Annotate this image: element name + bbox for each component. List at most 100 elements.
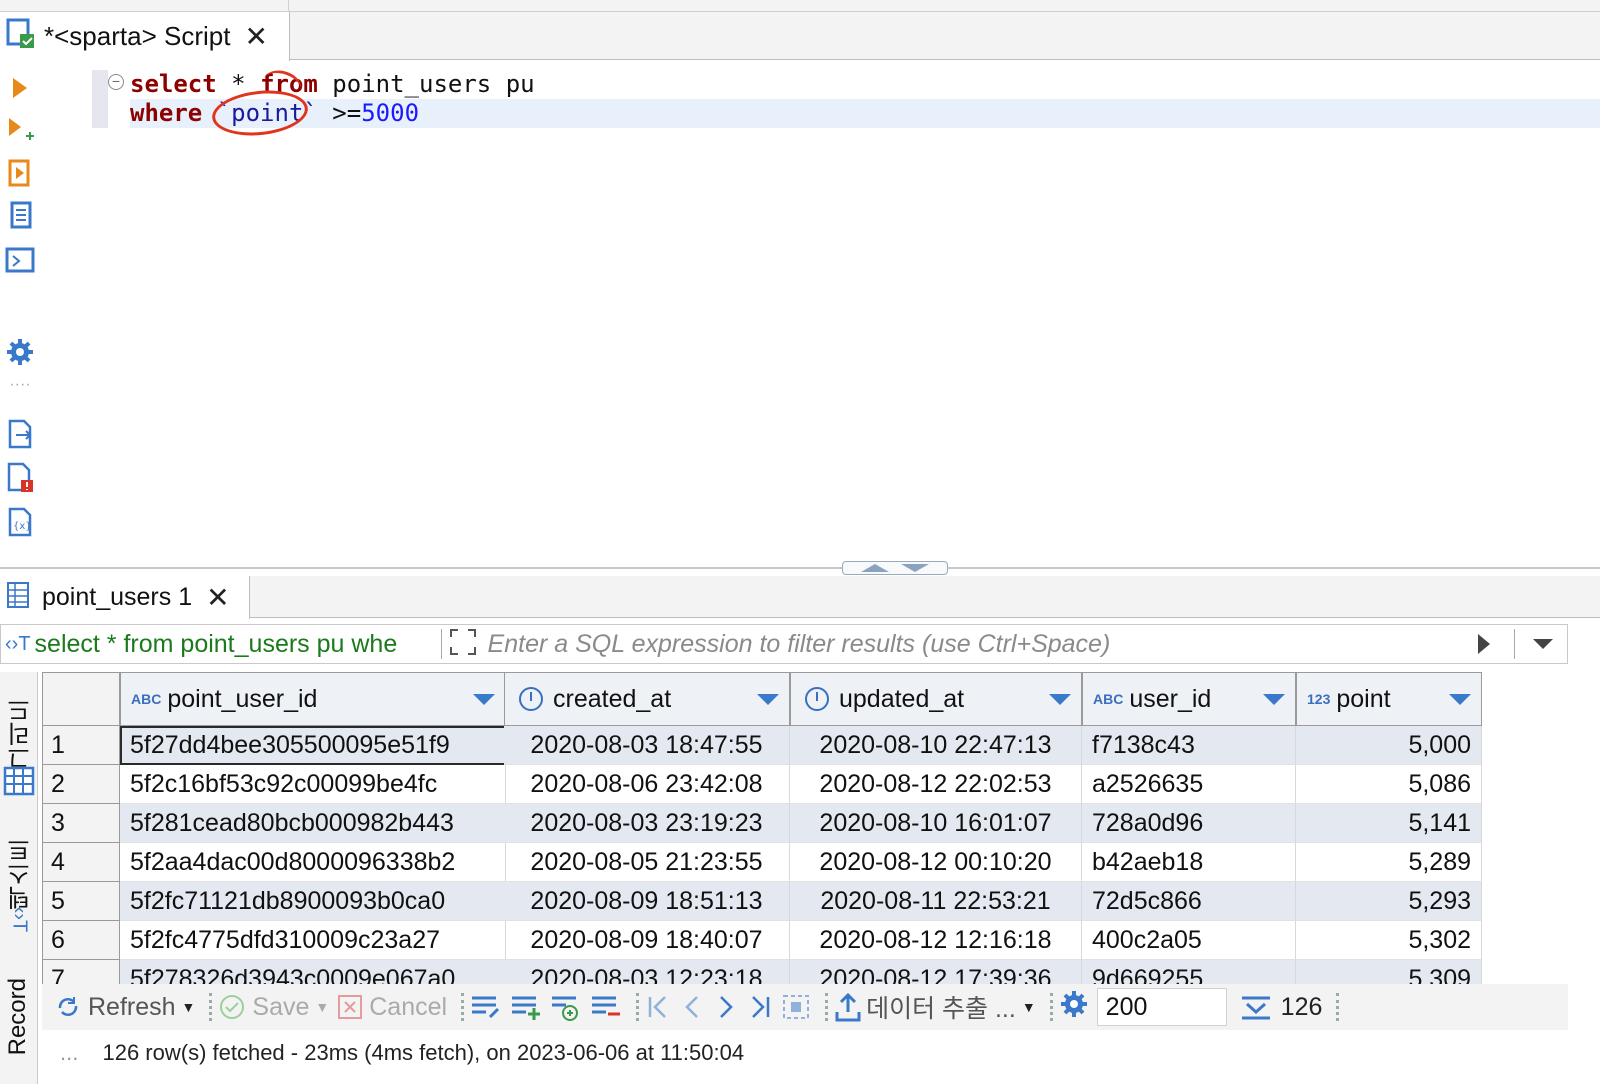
grid-cell-point-user-id[interactable]: 5f281cead80bcb000982b443 xyxy=(120,804,506,843)
grid-cell-point-user-id[interactable]: 5f27dd4bee305500095e51f9 xyxy=(120,726,506,765)
column-header-updated-at[interactable]: updated_at xyxy=(790,672,1082,726)
grid-cell-point[interactable]: 5,293 xyxy=(1296,882,1482,921)
problems-icon[interactable] xyxy=(4,462,36,494)
export-dropdown-icon[interactable]: ▼ xyxy=(1022,999,1036,1015)
code-line-1[interactable]: select * from point_users pu xyxy=(130,70,535,99)
grid-cell-point-user-id[interactable]: 5f278326d3943c0009e067a0 xyxy=(120,960,506,984)
row-number[interactable]: 4 xyxy=(42,843,120,882)
tab-record[interactable]: Record xyxy=(4,978,32,1055)
row-number[interactable]: 7 xyxy=(42,960,120,984)
column-header-user-id[interactable]: ABC user_id xyxy=(1082,672,1296,726)
execute-script-icon[interactable] xyxy=(4,158,36,190)
row-count-button[interactable]: 126 xyxy=(1239,992,1322,1022)
copy-row-button[interactable] xyxy=(550,993,582,1021)
close-icon[interactable]: ✕ xyxy=(244,22,267,51)
text-view-icon[interactable]: ‹›T xyxy=(7,907,30,933)
minimize-arrow-icon[interactable] xyxy=(901,564,929,572)
edit-row-button[interactable] xyxy=(470,993,502,1021)
sort-filter-icon[interactable] xyxy=(473,694,495,705)
grid-cell-updated-at[interactable]: 2020-08-12 17:39:36 xyxy=(790,960,1082,984)
grid-cell-user-id[interactable]: b42aeb18 xyxy=(1082,843,1296,882)
grid-cell-created-at[interactable]: 2020-08-03 23:19:23 xyxy=(504,804,790,843)
grid-cell-point[interactable]: 5,289 xyxy=(1296,843,1482,882)
refresh-dropdown-icon[interactable]: ▼ xyxy=(182,999,196,1015)
apply-filter-icon[interactable] xyxy=(1478,634,1490,654)
grid-cell-updated-at[interactable]: 2020-08-10 22:47:13 xyxy=(790,726,1082,765)
grid-cell-created-at[interactable]: 2020-08-03 18:47:55 xyxy=(504,726,790,765)
fold-icon[interactable]: − xyxy=(108,74,124,90)
grid-cell-user-id[interactable]: a2526635 xyxy=(1082,765,1296,804)
row-number[interactable]: 3 xyxy=(42,804,120,843)
grid-cell-user-id[interactable]: 400c2a05 xyxy=(1082,921,1296,960)
save-button[interactable]: Save ▼ xyxy=(218,993,329,1022)
save-dropdown-icon[interactable]: ▼ xyxy=(315,999,329,1015)
grid-cell-point-user-id[interactable]: 5f2fc71121db8900093b0ca0 xyxy=(120,882,506,921)
sort-filter-icon[interactable] xyxy=(1263,694,1285,705)
grid-cell-point-user-id[interactable]: 5f2fc4775dfd310009c23a27 xyxy=(120,921,506,960)
panel-splitter[interactable] xyxy=(0,567,1600,569)
maximize-arrow-icon[interactable] xyxy=(861,564,889,572)
sort-filter-icon[interactable] xyxy=(1449,694,1471,705)
cancel-button[interactable]: Cancel xyxy=(337,993,447,1022)
export-script-icon[interactable] xyxy=(4,418,36,450)
grid-cell-created-at[interactable]: 2020-08-09 18:51:13 xyxy=(504,882,790,921)
fetch-all-button[interactable] xyxy=(781,993,811,1021)
grid-cell-updated-at[interactable]: 2020-08-12 12:16:18 xyxy=(790,921,1082,960)
add-row-button[interactable] xyxy=(510,993,542,1021)
row-number[interactable]: 2 xyxy=(42,765,120,804)
grid-cell-point[interactable]: 5,086 xyxy=(1296,765,1482,804)
fetch-size-input[interactable]: 200 xyxy=(1096,988,1227,1026)
code-line-2[interactable]: where `point` >=5000 xyxy=(130,99,1600,128)
grid-cell-point[interactable]: 5,309 xyxy=(1296,960,1482,984)
tab-results[interactable]: point_users 1 ✕ xyxy=(0,576,250,619)
grid-icon[interactable] xyxy=(3,766,35,801)
sort-filter-icon[interactable] xyxy=(757,694,779,705)
variables-icon[interactable]: {x} xyxy=(4,506,36,538)
grid-cell-point[interactable]: 5,141 xyxy=(1296,804,1482,843)
grid-cell-point[interactable]: 5,302 xyxy=(1296,921,1482,960)
grid-cell-created-at[interactable]: 2020-08-09 18:40:07 xyxy=(504,921,790,960)
first-page-button[interactable] xyxy=(645,993,671,1021)
grid-cell-created-at[interactable]: 2020-08-05 21:23:55 xyxy=(504,843,790,882)
grid-cell-updated-at[interactable]: 2020-08-11 22:53:21 xyxy=(790,882,1082,921)
splitter-grip[interactable] xyxy=(842,561,948,575)
grid-cell-point[interactable]: 5,000 xyxy=(1296,726,1482,765)
row-number[interactable]: 1 xyxy=(42,726,120,765)
row-number[interactable]: 6 xyxy=(42,921,120,960)
grid-cell-created-at[interactable]: 2020-08-03 12:23:18 xyxy=(504,960,790,984)
filter-input[interactable]: Enter a SQL expression to filter results… xyxy=(488,630,1478,659)
grid-cell-user-id[interactable]: f7138c43 xyxy=(1082,726,1296,765)
tab-script[interactable]: *<sparta> Script ✕ xyxy=(0,12,290,61)
column-header-point-user-id[interactable]: ABC point_user_id xyxy=(120,672,506,726)
close-icon[interactable]: ✕ xyxy=(206,583,229,612)
delete-row-button[interactable] xyxy=(590,993,622,1021)
execute-new-tab-icon[interactable] xyxy=(4,114,36,146)
grid-cell-created-at[interactable]: 2020-08-06 23:42:08 xyxy=(504,765,790,804)
terminal-icon[interactable] xyxy=(4,244,36,276)
next-page-button[interactable] xyxy=(713,993,739,1021)
previous-page-button[interactable] xyxy=(679,993,705,1021)
column-header-created-at[interactable]: created_at xyxy=(504,672,790,726)
grid-cell-updated-at[interactable]: 2020-08-12 22:02:53 xyxy=(790,765,1082,804)
expand-icon[interactable] xyxy=(448,627,478,662)
grid-cell-updated-at[interactable]: 2020-08-12 00:10:20 xyxy=(790,843,1082,882)
row-number[interactable]: 5 xyxy=(42,882,120,921)
tab-text[interactable]: 텍스트 xyxy=(4,838,39,910)
refresh-button[interactable]: Refresh ▼ xyxy=(54,993,195,1022)
grid-cell-point-user-id[interactable]: 5f2aa4dac00d8000096338b2 xyxy=(120,843,506,882)
grid-cell-updated-at[interactable]: 2020-08-10 16:01:07 xyxy=(790,804,1082,843)
execute-statement-icon[interactable] xyxy=(4,72,36,104)
grid-cell-user-id[interactable]: 72d5c866 xyxy=(1082,882,1296,921)
filter-sql-text[interactable]: select * from point_users pu whe xyxy=(35,630,435,659)
export-data-button[interactable]: 데이터 추출 ... ▼ xyxy=(834,989,1036,1025)
tab-grid[interactable]: 그리드 xyxy=(4,698,39,770)
last-page-button[interactable] xyxy=(747,993,773,1021)
grid-cell-user-id[interactable]: 9d669255 xyxy=(1082,960,1296,984)
fetch-settings-icon[interactable] xyxy=(1059,989,1089,1026)
grid-cell-user-id[interactable]: 728a0d96 xyxy=(1082,804,1296,843)
script-list-icon[interactable] xyxy=(4,200,36,232)
column-header-point[interactable]: 123 point xyxy=(1296,672,1482,726)
grid-cell-point-user-id[interactable]: 5f2c16bf53c92c00099be4fc xyxy=(120,765,506,804)
filter-history-icon[interactable] xyxy=(1533,639,1553,649)
sort-filter-icon[interactable] xyxy=(1049,694,1071,705)
